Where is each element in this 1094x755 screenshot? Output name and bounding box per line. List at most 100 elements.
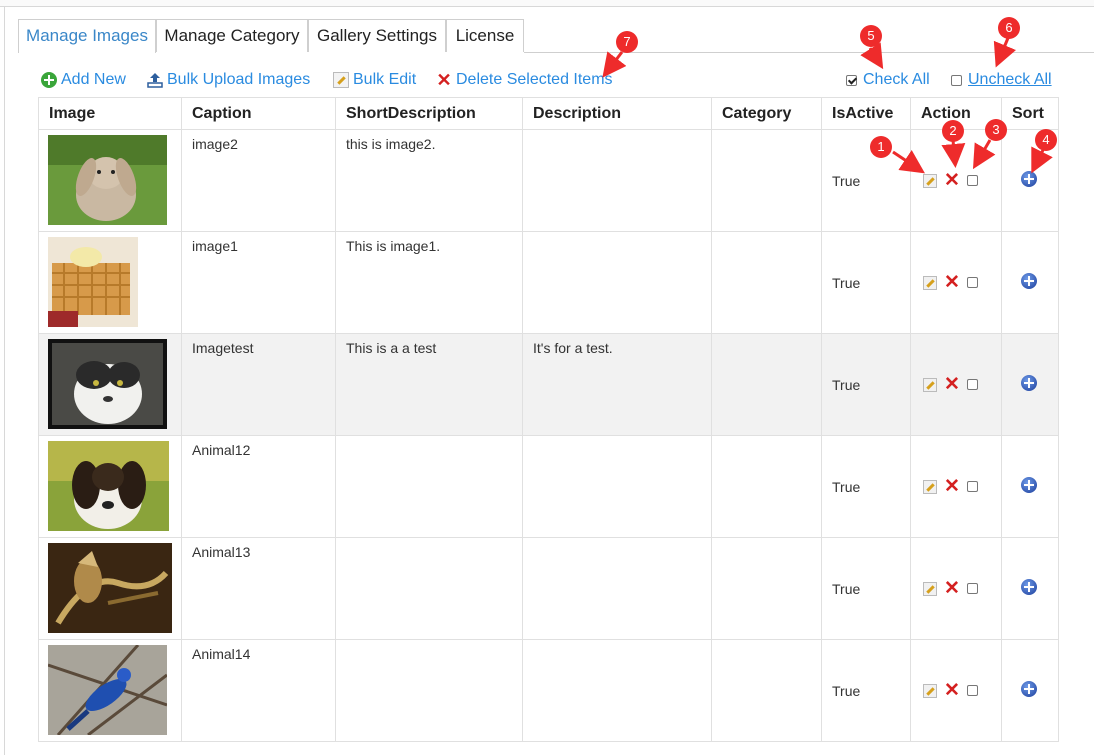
delete-icon[interactable]: ✕ [944, 681, 960, 700]
add-circle-icon [41, 72, 57, 88]
callout-4: 4 [1035, 129, 1057, 151]
bulk-upload-button[interactable]: Bulk Upload Images [147, 69, 310, 91]
sort-plus-icon[interactable] [1021, 477, 1037, 493]
short-description-text: this is image2. [346, 136, 436, 152]
edit-icon[interactable] [923, 683, 937, 698]
table-header-row: Image Caption ShortDescription Descripti… [38, 97, 1059, 130]
upload-icon [147, 72, 163, 88]
edit-icon[interactable] [923, 479, 937, 494]
left-border [4, 6, 5, 755]
image-thumbnail[interactable] [48, 237, 138, 327]
isactive-text: True [832, 682, 861, 699]
check-all-button[interactable]: Check All [846, 69, 930, 91]
uncheck-all-label: Uncheck All [968, 71, 1052, 88]
short-description-text: This is image1. [346, 238, 441, 254]
isactive-text: True [832, 274, 861, 291]
delete-x-icon: ✕ [436, 70, 452, 90]
header-caption: Caption [181, 97, 336, 130]
edit-icon [333, 72, 349, 88]
caption-text: image1 [192, 238, 238, 254]
delete-selected-button[interactable]: ✕ Delete Selected Items [436, 69, 613, 91]
window-top-strip [0, 0, 1094, 7]
short-description-text: This is a a test [346, 340, 437, 356]
table-row: Animal12 True ✕ [38, 435, 1059, 538]
tab-rule [524, 52, 1094, 53]
category-text [712, 232, 821, 238]
callout-6: 6 [998, 17, 1020, 39]
sort-plus-icon[interactable] [1021, 579, 1037, 595]
caption-text: Imagetest [192, 340, 254, 356]
tab-manage-images[interactable]: Manage Images [18, 19, 156, 53]
description-text [523, 130, 711, 136]
row-select-checkbox[interactable] [966, 685, 978, 696]
category-text [712, 538, 821, 544]
caption-text: image2 [192, 136, 238, 152]
bulk-edit-button[interactable]: Bulk Edit [333, 69, 416, 91]
add-new-label: Add New [61, 71, 126, 88]
table-row: image1 This is image1. True ✕ [38, 231, 1059, 334]
edit-icon[interactable] [923, 377, 937, 392]
table-row: image2 this is image2. True ✕ [38, 129, 1059, 232]
isactive-text: True [832, 478, 861, 495]
delete-icon[interactable]: ✕ [944, 477, 960, 496]
short-description-text [336, 538, 522, 544]
tab-gallery-settings[interactable]: Gallery Settings [308, 19, 446, 52]
category-text [712, 436, 821, 442]
row-select-checkbox[interactable] [966, 277, 978, 288]
short-description-text [336, 640, 522, 646]
delete-icon[interactable]: ✕ [944, 579, 960, 598]
callout-1: 1 [870, 136, 892, 158]
callout-2: 2 [942, 120, 964, 142]
delete-icon[interactable]: ✕ [944, 273, 960, 292]
callout-3: 3 [985, 119, 1007, 141]
isactive-text: True [832, 376, 861, 393]
row-select-checkbox[interactable] [966, 379, 978, 390]
table-row: Imagetest This is a a test It's for a te… [38, 333, 1059, 436]
image-thumbnail[interactable] [48, 645, 167, 735]
callout-5: 5 [860, 25, 882, 47]
sort-plus-icon[interactable] [1021, 171, 1037, 187]
delete-icon[interactable]: ✕ [944, 375, 960, 394]
row-select-checkbox[interactable] [966, 481, 978, 492]
uncheck-all-checkbox-icon [951, 74, 962, 86]
delete-selected-label: Delete Selected Items [456, 71, 613, 88]
tab-license[interactable]: License [446, 19, 524, 52]
short-description-text [336, 436, 522, 442]
sort-plus-icon[interactable] [1021, 273, 1037, 289]
check-all-label: Check All [863, 71, 930, 88]
header-sort: Sort [1001, 97, 1059, 130]
header-description: Description [522, 97, 712, 130]
edit-icon[interactable] [923, 173, 937, 188]
header-category: Category [711, 97, 822, 130]
edit-icon[interactable] [923, 581, 937, 596]
table-row: Animal14 True ✕ [38, 639, 1059, 742]
category-text [712, 334, 821, 340]
description-text [523, 640, 711, 646]
description-text [523, 232, 711, 238]
image-thumbnail[interactable] [48, 441, 169, 531]
check-all-checkbox-icon [846, 74, 857, 86]
description-text [523, 538, 711, 544]
header-image: Image [38, 97, 182, 130]
delete-icon[interactable]: ✕ [944, 171, 960, 190]
bulk-upload-label: Bulk Upload Images [167, 71, 311, 88]
category-text [712, 130, 821, 136]
caption-text: Animal14 [192, 646, 251, 662]
caption-text: Animal13 [192, 544, 251, 560]
image-thumbnail[interactable] [48, 543, 172, 633]
tab-manage-category[interactable]: Manage Category [156, 19, 308, 52]
edit-icon[interactable] [923, 275, 937, 290]
sort-plus-icon[interactable] [1021, 375, 1037, 391]
row-select-checkbox[interactable] [966, 175, 978, 186]
isactive-text: True [832, 580, 861, 597]
description-text: It's for a test. [533, 340, 613, 356]
image-thumbnail[interactable] [48, 135, 167, 225]
row-select-checkbox[interactable] [966, 583, 978, 594]
uncheck-all-button[interactable]: Uncheck All [951, 69, 1052, 91]
header-isactive: IsActive [821, 97, 911, 130]
add-new-button[interactable]: Add New [41, 69, 126, 91]
sort-plus-icon[interactable] [1021, 681, 1037, 697]
category-text [712, 640, 821, 646]
callout-7: 7 [616, 31, 638, 53]
image-thumbnail[interactable] [48, 339, 167, 429]
